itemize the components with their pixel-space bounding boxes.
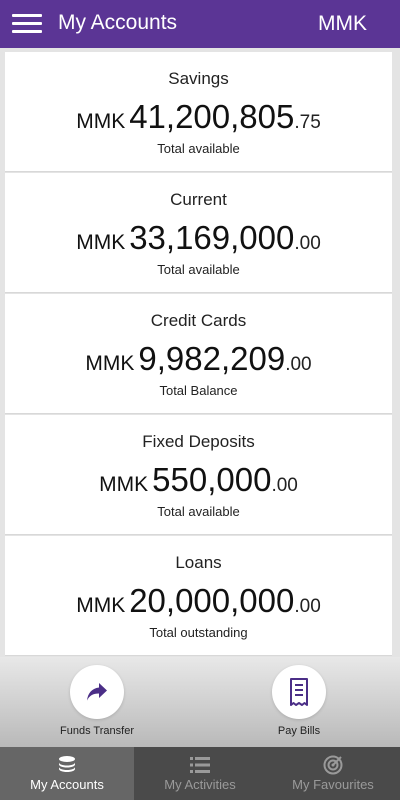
account-subtitle: Total available — [157, 141, 240, 156]
tab-label: My Activities — [164, 777, 236, 792]
account-subtitle: Total Balance — [159, 383, 238, 398]
share-arrow-icon — [87, 683, 107, 701]
account-amount: MMK 550,000.00 — [5, 459, 392, 508]
amount-cents: .00 — [271, 475, 298, 496]
account-title: Credit Cards — [150, 311, 247, 330]
accounts-list: Savings MMK 41,200,805.75 Total available… — [5, 52, 392, 656]
funds-transfer-circle[interactable] — [70, 665, 124, 719]
amount-cents: .75 — [294, 112, 321, 133]
currency-selector[interactable]: MMK — [318, 11, 367, 37]
funds-transfer-label: Funds Transfer — [60, 725, 134, 737]
bottom-tab-bar: My Accounts My Activities My Favourites — [0, 747, 400, 800]
page-title: My Accounts — [58, 11, 178, 34]
tab-label: My Accounts — [30, 777, 104, 792]
target-icon — [323, 755, 343, 775]
currency-code: MMK — [85, 352, 135, 375]
account-card-loans[interactable]: Loans MMK 20,000,000.00 Total outstanding — [5, 536, 392, 656]
currency-code: MMK — [76, 110, 126, 133]
pay-bills-button[interactable]: Pay Bills — [239, 665, 359, 737]
amount-whole: 41,200,805 — [129, 98, 295, 135]
tab-my-activities[interactable]: My Activities — [133, 747, 267, 800]
account-amount: MMK 9,982,209.00 — [5, 338, 392, 387]
tab-my-favourites[interactable]: My Favourites — [266, 747, 400, 800]
hamburger-menu-icon[interactable] — [12, 12, 42, 36]
funds-transfer-button[interactable]: Funds Transfer — [37, 665, 157, 737]
account-card-fixed-deposits[interactable]: Fixed Deposits MMK 550,000.00 Total avail… — [5, 415, 392, 535]
currency-code: MMK — [76, 231, 126, 254]
account-amount: MMK 20,000,000.00 — [5, 580, 392, 629]
account-card-credit-cards[interactable]: Credit Cards MMK 9,982,209.00 Total Balan… — [5, 294, 392, 414]
amount-whole: 550,000 — [152, 461, 272, 498]
account-amount: MMK 41,200,805.75 — [5, 96, 392, 145]
tab-label: My Favourites — [292, 777, 374, 792]
account-title: Loans — [175, 553, 222, 572]
account-card-current[interactable]: Current MMK 33,169,000.00 Total available — [5, 173, 392, 293]
currency-code: MMK — [99, 473, 149, 496]
amount-whole: 20,000,000 — [129, 582, 295, 619]
receipt-icon — [290, 678, 308, 706]
account-subtitle: Total available — [157, 504, 240, 519]
amount-cents: .00 — [294, 233, 321, 254]
app-header: My Accounts MMK — [0, 0, 400, 48]
pay-bills-label: Pay Bills — [277, 725, 321, 737]
currency-code: MMK — [76, 594, 126, 617]
account-subtitle: Total available — [157, 262, 240, 277]
account-title: Fixed Deposits — [142, 432, 255, 451]
quick-actions-bar: Funds Transfer Pay Bills — [0, 657, 400, 747]
tab-my-accounts[interactable]: My Accounts — [0, 747, 134, 800]
account-title: Savings — [168, 69, 229, 88]
account-subtitle: Total outstanding — [149, 625, 248, 640]
amount-whole: 9,982,209 — [138, 340, 286, 377]
account-amount: MMK 33,169,000.00 — [5, 217, 392, 266]
account-title: Current — [170, 190, 227, 209]
list-icon — [190, 757, 210, 773]
amount-cents: .00 — [285, 354, 312, 375]
amount-whole: 33,169,000 — [129, 219, 295, 256]
account-card-savings[interactable]: Savings MMK 41,200,805.75 Total available — [5, 52, 392, 172]
coins-stack-icon — [59, 756, 75, 772]
amount-cents: .00 — [294, 596, 321, 617]
pay-bills-circle[interactable] — [272, 665, 326, 719]
